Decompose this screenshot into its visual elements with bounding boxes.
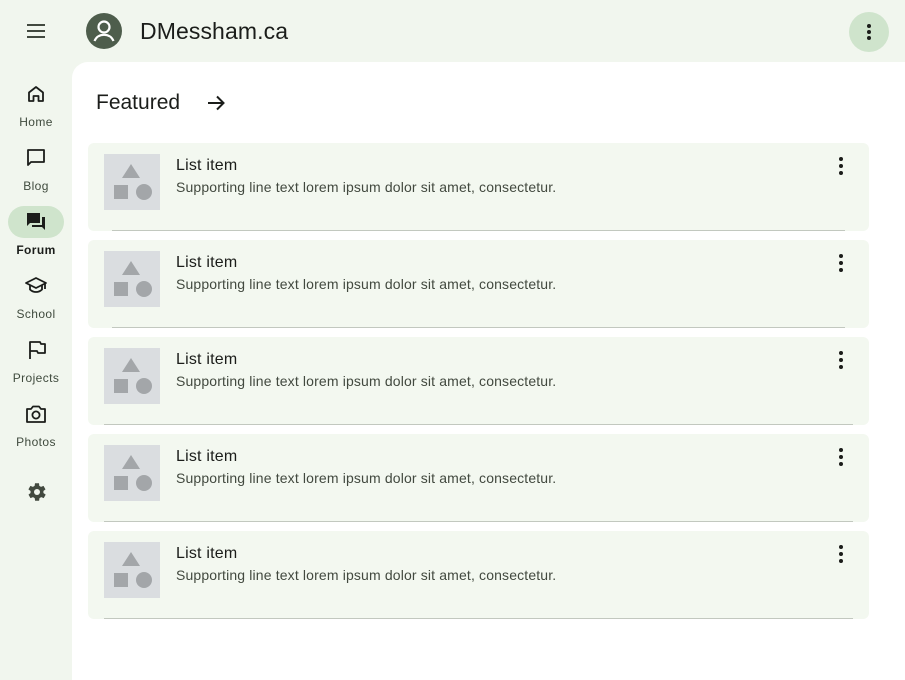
list-item[interactable]: List item Supporting line text lorem ips… bbox=[88, 531, 869, 619]
more-vert-icon bbox=[839, 351, 843, 369]
image-placeholder-icon bbox=[114, 552, 152, 588]
list-item[interactable]: List item Supporting line text lorem ips… bbox=[88, 337, 869, 425]
nav-item-blog[interactable]: Blog bbox=[0, 142, 72, 198]
section-arrow-button[interactable] bbox=[202, 89, 230, 117]
more-vert-icon bbox=[867, 24, 871, 40]
gear-icon bbox=[28, 483, 46, 501]
divider bbox=[112, 230, 845, 231]
account-icon bbox=[93, 20, 115, 42]
nav-label: Forum bbox=[16, 243, 56, 257]
divider bbox=[112, 327, 845, 328]
list-item-supporting-text: Supporting line text lorem ipsum dolor s… bbox=[176, 276, 557, 292]
nav-item-projects[interactable]: Projects bbox=[0, 334, 72, 390]
nav-label: Projects bbox=[12, 371, 60, 385]
menu-icon bbox=[27, 24, 45, 38]
nav-indicator bbox=[8, 78, 64, 110]
list-item-title: List item bbox=[176, 351, 238, 368]
avatar[interactable] bbox=[86, 13, 122, 49]
image-placeholder-icon bbox=[114, 358, 152, 394]
list-item-more-button[interactable] bbox=[825, 250, 857, 276]
thumbnail-image bbox=[104, 348, 160, 404]
image-placeholder-icon bbox=[114, 261, 152, 297]
list-item-more-button[interactable] bbox=[825, 444, 857, 470]
nav-indicator bbox=[8, 142, 64, 174]
list-item-title: List item bbox=[176, 545, 238, 562]
arrow-forward-icon bbox=[208, 95, 225, 111]
nav-item-photos[interactable]: Photos bbox=[0, 398, 72, 454]
divider bbox=[104, 424, 853, 425]
list-item-supporting-text: Supporting line text lorem ipsum dolor s… bbox=[176, 179, 557, 195]
more-vert-icon bbox=[839, 254, 843, 272]
more-vert-icon bbox=[839, 157, 843, 175]
thumbnail-image bbox=[104, 251, 160, 307]
nav-indicator bbox=[8, 206, 64, 238]
list-item-more-button[interactable] bbox=[825, 153, 857, 179]
thumbnail-image bbox=[104, 445, 160, 501]
divider bbox=[104, 521, 853, 522]
nav-label: Home bbox=[19, 115, 53, 129]
thumbnail-image bbox=[104, 542, 160, 598]
nav-label: Blog bbox=[23, 179, 49, 193]
list-item-supporting-text: Supporting line text lorem ipsum dolor s… bbox=[176, 567, 557, 583]
flag-icon bbox=[29, 341, 46, 359]
list-item-more-button[interactable] bbox=[825, 347, 857, 373]
chat-bubble-icon bbox=[27, 149, 45, 166]
nav-indicator bbox=[8, 270, 64, 302]
list-item-title: List item bbox=[176, 448, 238, 465]
school-icon bbox=[25, 277, 47, 293]
home-icon bbox=[28, 86, 44, 102]
more-vert-icon bbox=[839, 448, 843, 466]
menu-button[interactable] bbox=[16, 11, 56, 51]
forum-icon bbox=[27, 213, 45, 230]
list-item[interactable]: List item Supporting line text lorem ips… bbox=[88, 434, 869, 522]
list-item[interactable]: List item Supporting line text lorem ips… bbox=[88, 240, 869, 328]
nav-label: School bbox=[16, 307, 56, 321]
list-item-title: List item bbox=[176, 254, 238, 271]
image-placeholder-icon bbox=[114, 164, 152, 200]
section-title: Featured bbox=[96, 91, 181, 114]
list-item-title: List item bbox=[176, 157, 238, 174]
list-item-supporting-text: Supporting line text lorem ipsum dolor s… bbox=[176, 470, 557, 486]
list-item[interactable]: List item Supporting line text lorem ips… bbox=[88, 143, 869, 231]
nav-indicator bbox=[8, 334, 64, 366]
nav-label: Photos bbox=[16, 435, 56, 449]
list-item-supporting-text: Supporting line text lorem ipsum dolor s… bbox=[176, 373, 557, 389]
more-options-button[interactable] bbox=[849, 12, 889, 52]
list-item-more-button[interactable] bbox=[825, 541, 857, 567]
nav-item-home[interactable]: Home bbox=[0, 78, 72, 134]
thumbnail-image bbox=[104, 154, 160, 210]
app-title: DMessham.ca bbox=[140, 18, 289, 44]
more-vert-icon bbox=[839, 545, 843, 563]
settings-button[interactable] bbox=[16, 476, 56, 508]
image-placeholder-icon bbox=[114, 455, 152, 491]
nav-indicator bbox=[8, 398, 64, 430]
camera-icon bbox=[26, 405, 46, 423]
divider bbox=[104, 618, 853, 619]
nav-item-school[interactable]: School bbox=[0, 270, 72, 326]
nav-item-forum[interactable]: Forum bbox=[0, 206, 72, 262]
